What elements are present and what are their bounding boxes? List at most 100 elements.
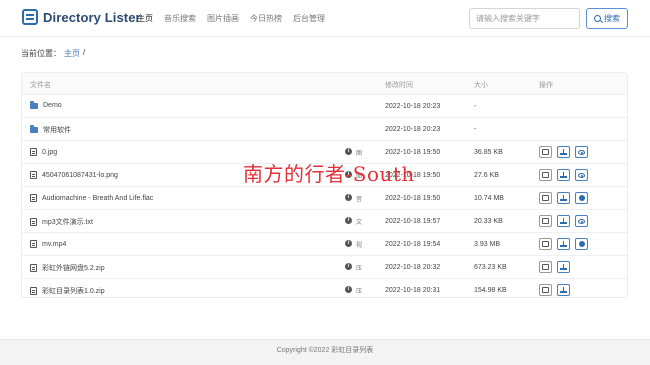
table-row[interactable]: 彩虹外链网盘5.2.zip i 压 2022-10-18 20:32 673.23 KB: [22, 256, 627, 279]
file-name[interactable]: 0.jpg: [42, 149, 57, 156]
file-name[interactable]: mv.mp4: [42, 241, 66, 248]
download-button[interactable]: [557, 215, 570, 227]
copy-button[interactable]: [539, 169, 552, 181]
modified-time: 2022-10-18 19:50: [385, 195, 441, 202]
row-actions: [539, 146, 588, 158]
file-name[interactable]: 彩虹外链网盘5.2.zip: [42, 263, 105, 273]
name-cell[interactable]: mp3文件演示.txt: [30, 217, 93, 227]
download-icon: [560, 172, 567, 178]
header-modified[interactable]: 修改时间: [385, 80, 413, 90]
play-icon: [579, 195, 585, 201]
download-button[interactable]: [557, 169, 570, 181]
row-actions: [539, 215, 588, 227]
file-name[interactable]: 彩虹目录列表1.0.zip: [42, 286, 105, 296]
row-actions: [539, 169, 588, 181]
copy-button[interactable]: [539, 238, 552, 250]
info-icon[interactable]: i: [345, 240, 352, 247]
file-type-tag: 压: [356, 266, 363, 272]
list-logo-icon: [22, 9, 38, 25]
modified-time: 2022-10-18 19:54: [385, 241, 441, 248]
table-row[interactable]: Audiomachine - Breath And Life.flac i 音 202…: [22, 187, 627, 210]
nav-link-3[interactable]: 今日热榜: [250, 13, 282, 24]
footer: Copyright ©2022 彩虹目录列表: [0, 339, 650, 365]
copy-button[interactable]: [539, 192, 552, 204]
file-name[interactable]: Audiomachine - Breath And Life.flac: [42, 195, 153, 202]
download-button[interactable]: [557, 146, 570, 158]
copy-button[interactable]: [539, 146, 552, 158]
download-button[interactable]: [557, 238, 570, 250]
info-icon[interactable]: i: [345, 217, 352, 224]
name-cell[interactable]: Audiomachine - Breath And Life.flac: [30, 194, 153, 202]
copy-icon: [542, 241, 549, 247]
download-button[interactable]: [557, 192, 570, 204]
name-cell[interactable]: mv.mp4: [30, 240, 66, 248]
download-icon: [560, 195, 567, 201]
play-button[interactable]: [575, 238, 588, 250]
copy-button[interactable]: [539, 261, 552, 273]
modified-time: 2022-10-18 20:23: [385, 103, 441, 110]
info-icon[interactable]: i: [345, 263, 352, 270]
nav-link-0[interactable]: 主页: [137, 13, 153, 24]
nav-link-1[interactable]: 音乐搜索: [164, 13, 196, 24]
modified-time: 2022-10-18 20:23: [385, 126, 441, 133]
download-icon: [560, 218, 567, 224]
name-cell[interactable]: 0.jpg: [30, 148, 57, 156]
search-button[interactable]: 搜索: [586, 8, 628, 29]
table-row[interactable]: mp3文件演示.txt i 文 2022-10-18 19:57 20.33 KB: [22, 210, 627, 233]
name-cell[interactable]: 彩虹外链网盘5.2.zip: [30, 263, 105, 273]
brand[interactable]: Directory Lister: [22, 9, 141, 25]
info-icon[interactable]: i: [345, 194, 352, 201]
table-row[interactable]: Demo 2022-10-18 20:23 -: [22, 95, 627, 118]
play-button[interactable]: [575, 192, 588, 204]
row-actions: [539, 238, 588, 250]
name-cell[interactable]: 常用软件: [30, 125, 71, 135]
file-size: 673.23 KB: [474, 264, 507, 271]
file-size: -: [474, 126, 477, 133]
name-cell[interactable]: 彩虹目录列表1.0.zip: [30, 286, 105, 296]
nav-link-2[interactable]: 图片插画: [207, 13, 239, 24]
copy-button[interactable]: [539, 215, 552, 227]
file-icon: [30, 264, 37, 272]
nav-link-4[interactable]: 后台管理: [293, 13, 325, 24]
folder-icon: [30, 100, 38, 109]
file-name[interactable]: 常用软件: [43, 125, 71, 135]
file-name[interactable]: 45047061087431-lo.png: [42, 172, 118, 179]
table-row[interactable]: 彩虹目录列表1.0.zip i 压 2022-10-18 20:31 154.98 KB: [22, 279, 627, 302]
copy-icon: [542, 218, 549, 224]
copy-icon: [542, 264, 549, 270]
download-icon: [560, 149, 567, 155]
info-icon[interactable]: i: [345, 148, 352, 155]
name-cell[interactable]: Demo: [30, 100, 62, 109]
name-cell[interactable]: 45047061087431-lo.png: [30, 171, 118, 179]
eye-icon: [578, 219, 585, 224]
breadcrumb-prefix: 当前位置：: [21, 49, 61, 58]
file-icon: [30, 240, 37, 248]
eye-button[interactable]: [575, 215, 588, 227]
search-input[interactable]: 请输入搜索关键字: [469, 8, 580, 29]
download-button[interactable]: [557, 284, 570, 296]
footer-copyright: Copyright ©2022 彩虹目录列表: [276, 347, 374, 354]
file-type-tag: 音: [356, 197, 363, 203]
file-size: 10.74 MB: [474, 195, 504, 202]
download-icon: [560, 287, 567, 293]
row-actions: [539, 284, 570, 296]
file-type-tag: 图: [356, 151, 363, 157]
download-icon: [560, 241, 567, 247]
breadcrumb-home-link[interactable]: 主页: [64, 48, 80, 59]
header-size[interactable]: 大小: [474, 80, 488, 90]
eye-button[interactable]: [575, 146, 588, 158]
main-nav: 主页 音乐搜索 图片插画 今日热榜 后台管理: [137, 13, 336, 24]
file-size: 154.98 KB: [474, 287, 507, 294]
copy-button[interactable]: [539, 284, 552, 296]
play-icon: [579, 241, 585, 247]
header-name[interactable]: 文件名: [30, 80, 51, 90]
file-size: 3.93 MB: [474, 241, 501, 248]
eye-button[interactable]: [575, 169, 588, 181]
table-row[interactable]: mv.mp4 i 视 2022-10-18 19:54 3.93 MB: [22, 233, 627, 256]
file-name[interactable]: Demo: [43, 102, 62, 109]
watermark-text: 南方的行者-South: [243, 162, 415, 186]
file-name[interactable]: mp3文件演示.txt: [42, 217, 93, 227]
info-icon[interactable]: i: [345, 286, 352, 293]
table-row[interactable]: 常用软件 2022-10-18 20:23 -: [22, 118, 627, 141]
download-button[interactable]: [557, 261, 570, 273]
